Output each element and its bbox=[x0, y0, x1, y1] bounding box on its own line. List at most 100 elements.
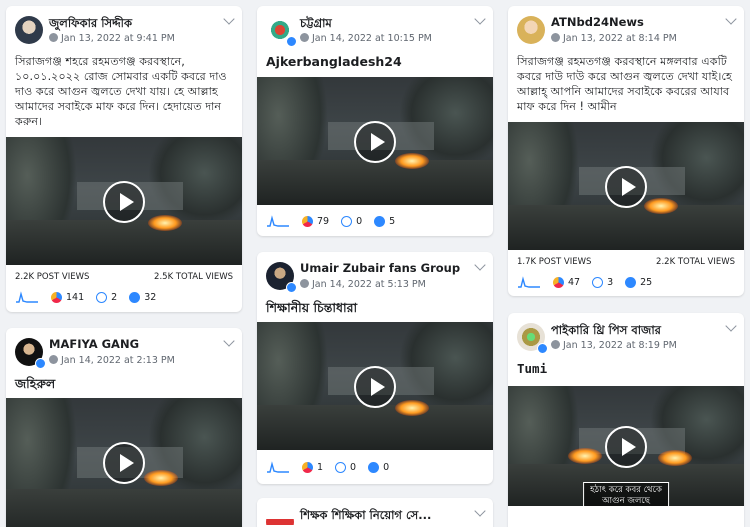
post-card[interactable]: Umair Zubair fans Group Jan 14, 2022 at … bbox=[257, 252, 493, 484]
date-text: Jan 14, 2022 at 2:13 PM bbox=[61, 355, 175, 366]
reactions-icon bbox=[553, 276, 564, 288]
date-text: Jan 13, 2022 at 9:41 PM bbox=[61, 33, 175, 44]
calendar-icon bbox=[551, 340, 560, 349]
post-card[interactable]: চট্টগ্রাম Jan 14, 2022 at 10:15 PM Ajker… bbox=[257, 6, 493, 236]
post-date: Jan 13, 2022 at 8:14 PM bbox=[551, 33, 677, 44]
author-name[interactable]: পাইকারি থ্রি পিস বাজার bbox=[551, 322, 661, 341]
post-card[interactable]: MAFIYA GANG Jan 14, 2022 at 2:13 PM জহির… bbox=[6, 328, 242, 527]
share-icon bbox=[374, 215, 386, 227]
comment-icon bbox=[592, 276, 604, 288]
sparkline-icon bbox=[267, 461, 289, 473]
reactions-count: 141 bbox=[66, 291, 85, 303]
sparkline-icon bbox=[267, 215, 289, 227]
post-text: জহিরুল bbox=[15, 376, 56, 391]
post-header: পাইকারি থ্রি পিস বাজার Jan 13, 2022 at 8… bbox=[508, 313, 744, 355]
post-card[interactable]: ATNbd24News Jan 13, 2022 at 8:14 PM সিরা… bbox=[508, 6, 744, 296]
view-counts: 2.2K POST VIEWS 2.5K TOTAL VIEWS bbox=[15, 272, 233, 282]
calendar-icon bbox=[49, 33, 58, 42]
video-caption: হঠাৎ করে কবর থেকে আগুন জলছে bbox=[583, 482, 669, 506]
post-views: 2.2K POST VIEWS bbox=[15, 272, 90, 282]
group-badge-icon bbox=[286, 36, 297, 47]
post-date: Jan 13, 2022 at 8:19 PM bbox=[551, 340, 677, 351]
comment-icon bbox=[96, 291, 108, 303]
chevron-down-icon[interactable] bbox=[474, 259, 486, 271]
video-caption-line: আগুন জলছে bbox=[602, 496, 650, 506]
comment-icon bbox=[341, 215, 353, 227]
engagement-bar: 47 3 25 bbox=[517, 276, 735, 288]
date-text: Jan 13, 2022 at 8:14 PM bbox=[563, 33, 677, 44]
video-thumbnail[interactable] bbox=[257, 77, 493, 205]
share-icon bbox=[129, 291, 141, 303]
post-text: Tumi bbox=[517, 361, 548, 376]
calendar-icon bbox=[300, 33, 309, 42]
post-header: ATNbd24News Jan 13, 2022 at 8:14 PM bbox=[508, 6, 744, 48]
video-thumbnail[interactable] bbox=[508, 122, 744, 250]
post-date: Jan 14, 2022 at 5:13 PM bbox=[300, 279, 426, 290]
avatar[interactable] bbox=[517, 16, 545, 44]
avatar[interactable] bbox=[15, 16, 43, 44]
post-date: Jan 14, 2022 at 2:13 PM bbox=[49, 355, 175, 366]
play-icon[interactable] bbox=[354, 366, 396, 408]
play-icon[interactable] bbox=[605, 166, 647, 208]
play-icon[interactable] bbox=[605, 426, 647, 468]
author-name[interactable]: চট্টগ্রাম bbox=[300, 15, 332, 34]
play-icon[interactable] bbox=[354, 121, 396, 163]
post-date: Jan 14, 2022 at 10:15 PM bbox=[300, 33, 432, 44]
date-text: Jan 13, 2022 at 8:19 PM bbox=[563, 340, 677, 351]
sparkline-icon bbox=[16, 291, 38, 303]
calendar-icon bbox=[49, 355, 58, 364]
shares-count: 5 bbox=[389, 215, 396, 227]
share-icon bbox=[625, 276, 637, 288]
total-views: 2.5K TOTAL VIEWS bbox=[154, 272, 233, 282]
comments-count: 0 bbox=[356, 215, 363, 227]
engagement-bar: 1 0 0 bbox=[266, 461, 484, 473]
reactions-icon bbox=[302, 461, 313, 473]
reactions-count: 47 bbox=[568, 276, 581, 288]
reactions-count: 79 bbox=[317, 215, 330, 227]
post-header: চট্টগ্রাম Jan 14, 2022 at 10:15 PM bbox=[257, 6, 493, 48]
author-name[interactable]: MAFIYA GANG bbox=[49, 337, 139, 351]
post-text: সিরাজগঞ্জ শহরে রহমতগঞ্জ করবস্থানে, ১০.০১… bbox=[15, 55, 227, 128]
shares-count: 32 bbox=[144, 291, 157, 303]
sparkline-icon bbox=[518, 276, 540, 288]
post-card[interactable]: জুলফিকার সিদ্দীক Jan 13, 2022 at 9:41 PM… bbox=[6, 6, 242, 312]
group-badge-icon bbox=[35, 358, 46, 369]
video-caption-line: হঠাৎ করে কবর থেকে bbox=[590, 485, 662, 495]
video-thumbnail[interactable]: হঠাৎ করে কবর থেকে আগুন জলছে bbox=[508, 386, 744, 506]
calendar-icon bbox=[551, 33, 560, 42]
view-counts: 1.7K POST VIEWS 2.2K TOTAL VIEWS bbox=[517, 257, 735, 267]
play-icon[interactable] bbox=[103, 181, 145, 223]
author-name[interactable]: শিক্ষক শিক্ষিকা নিয়োগ সে... bbox=[300, 507, 431, 526]
post-board: জুলফিকার সিদ্দীক Jan 13, 2022 at 9:41 PM… bbox=[0, 0, 750, 527]
author-name[interactable]: Umair Zubair fans Group bbox=[300, 261, 460, 275]
shares-count: 25 bbox=[640, 276, 653, 288]
post-header: MAFIYA GANG Jan 14, 2022 at 2:13 PM bbox=[6, 328, 242, 370]
comments-count: 2 bbox=[111, 291, 118, 303]
total-views: 2.2K TOTAL VIEWS bbox=[656, 257, 735, 267]
share-icon bbox=[368, 461, 380, 473]
reactions-icon bbox=[51, 291, 62, 303]
engagement-bar: 79 0 5 bbox=[266, 215, 484, 227]
author-name[interactable]: জুলফিকার সিদ্দীক bbox=[49, 15, 132, 34]
calendar-icon bbox=[300, 279, 309, 288]
shares-count: 0 bbox=[383, 461, 390, 473]
video-thumbnail[interactable] bbox=[6, 137, 242, 265]
chevron-down-icon[interactable] bbox=[725, 320, 737, 332]
video-thumbnail[interactable] bbox=[6, 398, 242, 527]
chevron-down-icon[interactable] bbox=[223, 335, 235, 347]
chevron-down-icon[interactable] bbox=[474, 505, 486, 517]
chevron-down-icon[interactable] bbox=[725, 13, 737, 25]
video-thumbnail[interactable] bbox=[257, 322, 493, 450]
chevron-down-icon[interactable] bbox=[474, 13, 486, 25]
post-header: জুলফিকার সিদ্দীক Jan 13, 2022 at 9:41 PM bbox=[6, 6, 242, 48]
play-icon[interactable] bbox=[103, 442, 145, 484]
reactions-icon bbox=[302, 215, 313, 227]
chevron-down-icon[interactable] bbox=[223, 13, 235, 25]
comments-count: 0 bbox=[350, 461, 357, 473]
post-date: Jan 13, 2022 at 9:41 PM bbox=[49, 33, 175, 44]
avatar[interactable] bbox=[266, 508, 294, 527]
author-name[interactable]: ATNbd24News bbox=[551, 15, 644, 29]
group-badge-icon bbox=[286, 282, 297, 293]
post-card[interactable]: পাইকারি থ্রি পিস বাজার Jan 13, 2022 at 8… bbox=[508, 313, 744, 527]
post-card[interactable]: শিক্ষক শিক্ষিকা নিয়োগ সে... bbox=[257, 498, 493, 527]
